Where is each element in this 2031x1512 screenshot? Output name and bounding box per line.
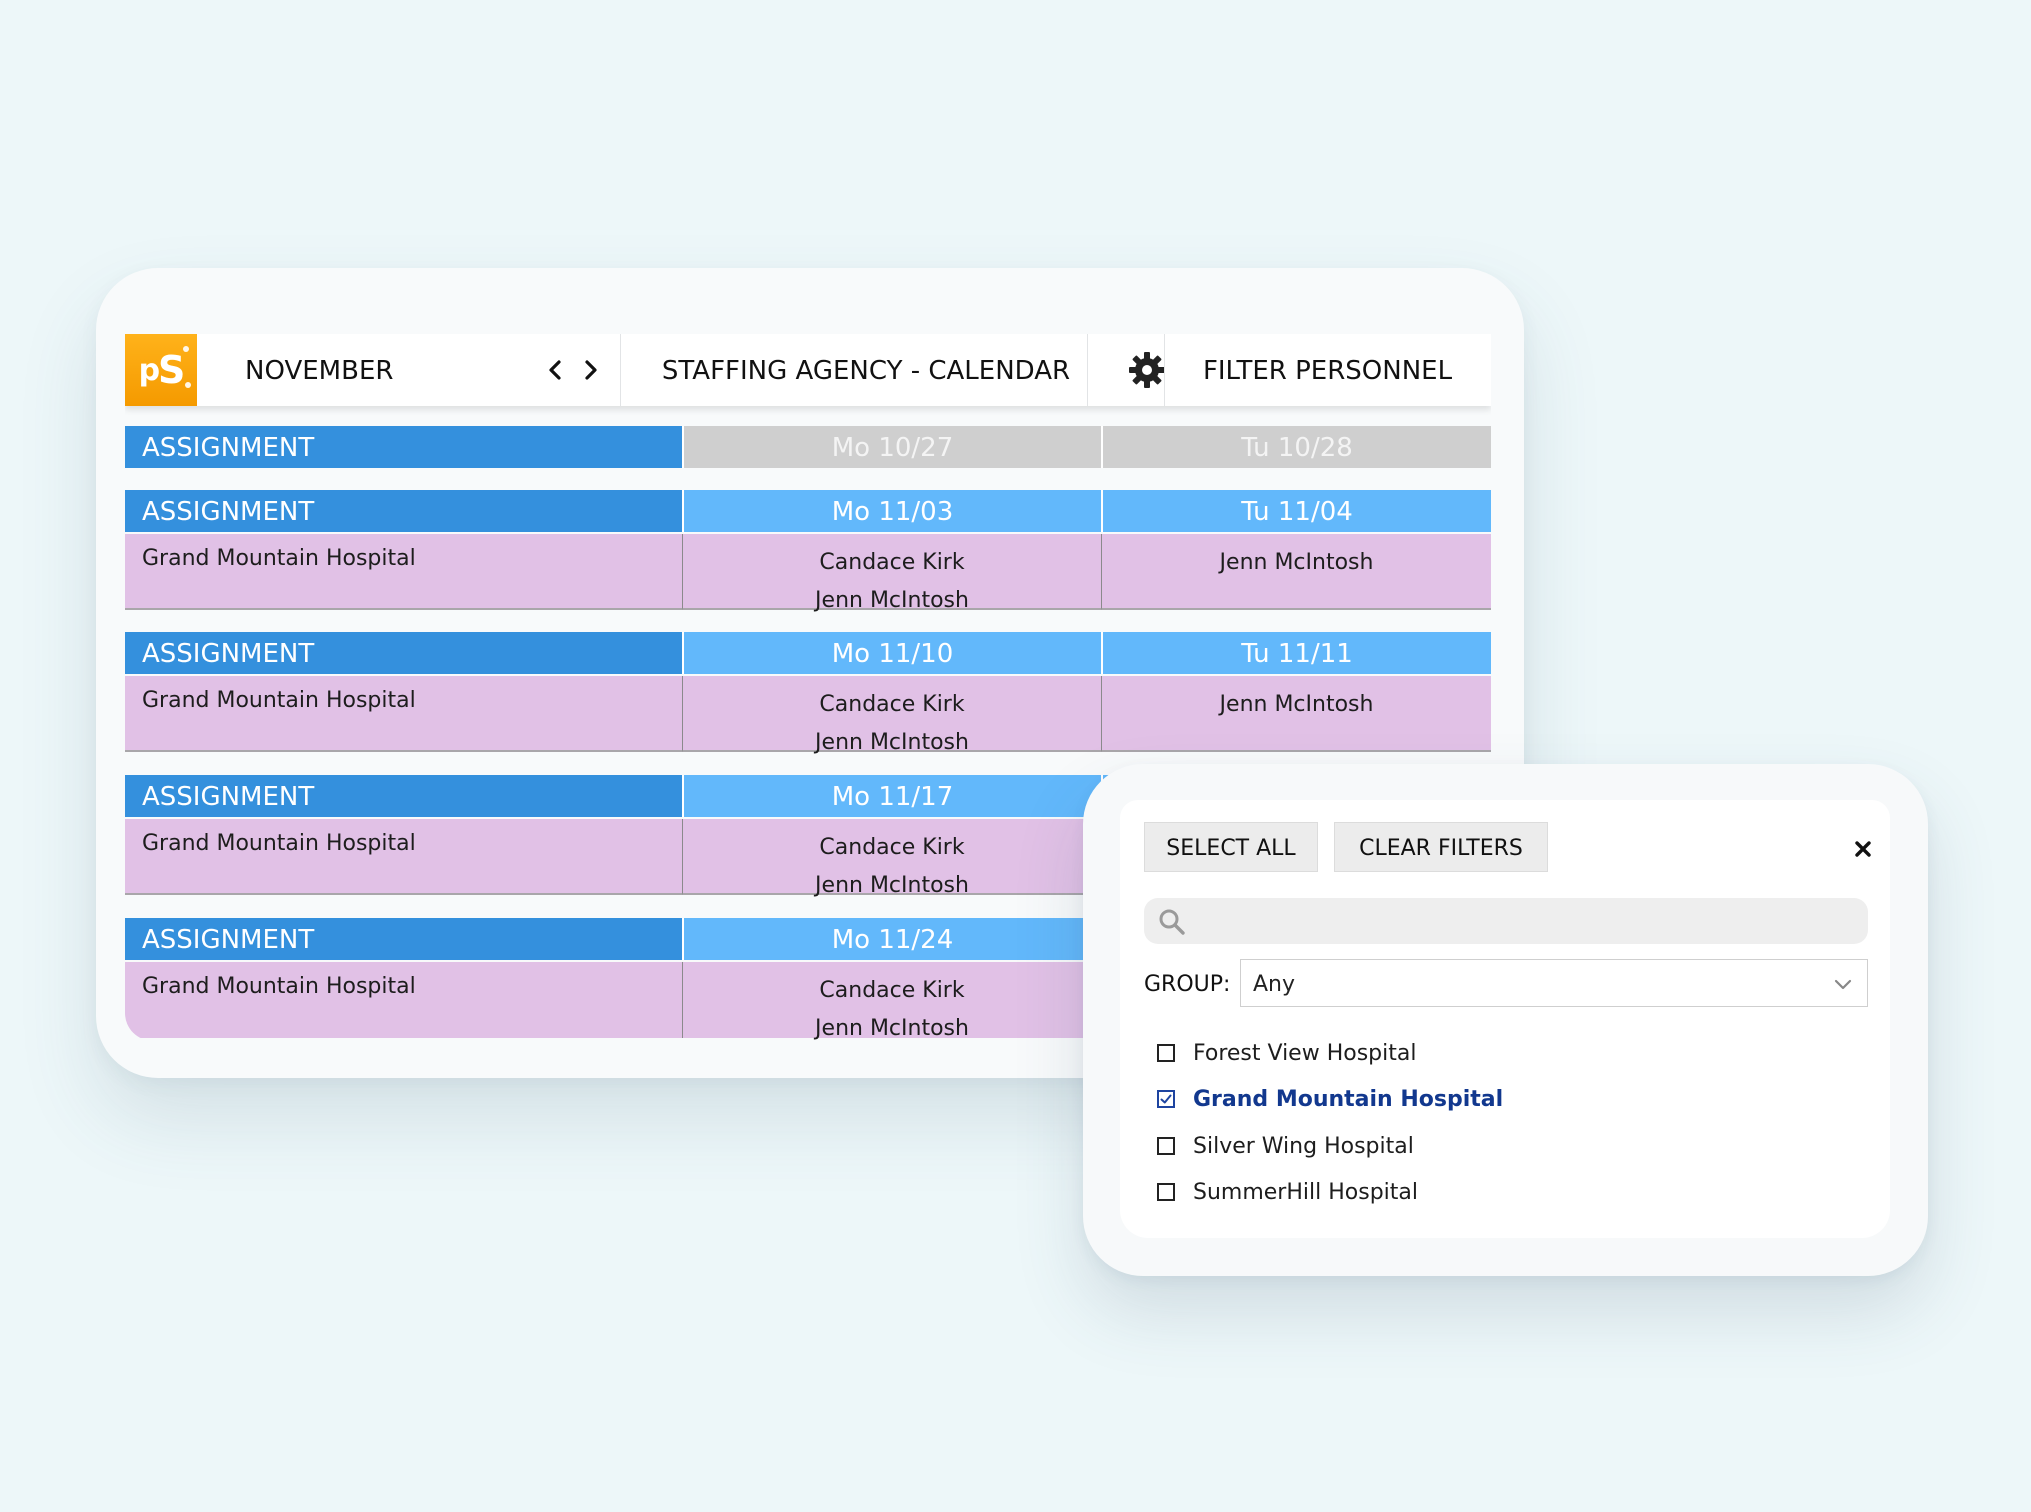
chevron-right-icon[interactable]: [577, 352, 605, 388]
day-assignees[interactable]: Candace Kirk Jenn McIntosh: [682, 962, 1101, 1041]
assignee-name[interactable]: Jenn McIntosh: [683, 582, 1101, 620]
assignee-name[interactable]: Jenn McIntosh: [1102, 544, 1491, 582]
hospital-option-label: Forest View Hospital: [1193, 1040, 1417, 1066]
week-header: ASSIGNMENT Mo 11/03 Tu 11/04: [125, 490, 1491, 532]
hospital-name[interactable]: Grand Mountain Hospital: [125, 676, 682, 752]
assignment-row: Grand Mountain Hospital Candace Kirk Jen…: [125, 676, 1491, 755]
checkbox[interactable]: [1157, 1044, 1175, 1062]
assignment-row: Grand Mountain Hospital Candace Kirk Jen…: [125, 534, 1491, 613]
hospital-option[interactable]: Silver Wing Hospital: [1157, 1129, 1414, 1163]
hospital-name[interactable]: Grand Mountain Hospital: [125, 534, 682, 610]
assignment-header: ASSIGNMENT: [125, 490, 682, 532]
search-input[interactable]: [1200, 898, 1864, 946]
checkbox[interactable]: [1157, 1137, 1175, 1155]
group-label: GROUP:: [1144, 972, 1231, 997]
calendar-toolbar: pS NOVEMBER STAFFING AGENCY - CALENDAR F…: [125, 334, 1491, 406]
assignee-name[interactable]: Jenn McIntosh: [683, 867, 1101, 905]
month-label: NOVEMBER: [245, 356, 394, 386]
assignee-name[interactable]: Jenn McIntosh: [683, 1010, 1101, 1041]
day-header[interactable]: Mo 11/24: [682, 918, 1101, 960]
assignee-name[interactable]: Candace Kirk: [683, 972, 1101, 1010]
assignee-name[interactable]: Candace Kirk: [683, 829, 1101, 867]
assignee-name[interactable]: Jenn McIntosh: [683, 724, 1101, 762]
close-icon[interactable]: [1852, 838, 1874, 860]
calendar-title: STAFFING AGENCY - CALENDAR: [661, 356, 1071, 386]
day-header[interactable]: Mo 11/17: [682, 775, 1101, 817]
assignment-header: ASSIGNMENT: [125, 426, 682, 468]
assignment-header: ASSIGNMENT: [125, 632, 682, 674]
filter-personnel-button[interactable]: FILTER PERSONNEL: [1164, 334, 1491, 406]
assignee-name[interactable]: Jenn McIntosh: [1102, 686, 1491, 724]
day-header[interactable]: Tu 11/04: [1101, 490, 1491, 532]
day-header[interactable]: Mo 11/03: [682, 490, 1101, 532]
gear-icon[interactable]: [1125, 348, 1169, 392]
hospital-option-label: SummerHill Hospital: [1193, 1179, 1418, 1205]
hospital-option-label: Silver Wing Hospital: [1193, 1133, 1414, 1159]
hospital-option[interactable]: Forest View Hospital: [1157, 1036, 1416, 1070]
hospital-option-label: Grand Mountain Hospital: [1193, 1086, 1504, 1112]
day-assignees[interactable]: Candace Kirk Jenn McIntosh: [682, 676, 1101, 755]
day-header[interactable]: Mo 10/27: [682, 426, 1101, 468]
hospital-name[interactable]: Grand Mountain Hospital: [125, 962, 682, 1038]
hospital-name[interactable]: Grand Mountain Hospital: [125, 819, 682, 895]
select-all-button[interactable]: SELECT ALL: [1144, 822, 1318, 872]
search-field[interactable]: [1144, 898, 1868, 946]
day-header[interactable]: Tu 11/11: [1101, 632, 1491, 674]
filter-panel: SELECT ALL CLEAR FILTERS GROUP: Any Fore…: [1120, 800, 1890, 1238]
hospital-option[interactable]: SummerHill Hospital: [1157, 1175, 1418, 1209]
day-header[interactable]: Mo 11/10: [682, 632, 1101, 674]
week-header: ASSIGNMENT Mo 11/10 Tu 11/11: [125, 632, 1491, 674]
chevron-left-icon[interactable]: [541, 352, 569, 388]
day-assignees[interactable]: Jenn McIntosh: [1101, 676, 1491, 752]
day-assignees[interactable]: Jenn McIntosh: [1101, 534, 1491, 610]
day-header[interactable]: Tu 10/28: [1101, 426, 1491, 468]
group-select[interactable]: Any: [1240, 959, 1868, 1007]
assignment-header: ASSIGNMENT: [125, 918, 682, 960]
day-assignees[interactable]: Candace Kirk Jenn McIntosh: [682, 819, 1101, 898]
assignee-name[interactable]: Candace Kirk: [683, 686, 1101, 724]
checkbox-checked[interactable]: [1157, 1090, 1175, 1108]
month-navigation: [541, 352, 605, 388]
assignment-header: ASSIGNMENT: [125, 775, 682, 817]
checkbox[interactable]: [1157, 1183, 1175, 1201]
day-assignees[interactable]: Candace Kirk Jenn McIntosh: [682, 534, 1101, 613]
week-header: ASSIGNMENT Mo 10/27 Tu 10/28: [125, 426, 1491, 468]
group-select-value: Any: [1253, 972, 1296, 997]
chevron-down-icon: [1833, 974, 1853, 994]
toolbar-divider: [1087, 334, 1088, 406]
clear-filters-button[interactable]: CLEAR FILTERS: [1334, 822, 1548, 872]
ps-logo: pS: [125, 334, 197, 406]
search-icon: [1158, 908, 1186, 936]
hospital-option[interactable]: Grand Mountain Hospital: [1157, 1082, 1503, 1116]
assignee-name[interactable]: Candace Kirk: [683, 544, 1101, 582]
